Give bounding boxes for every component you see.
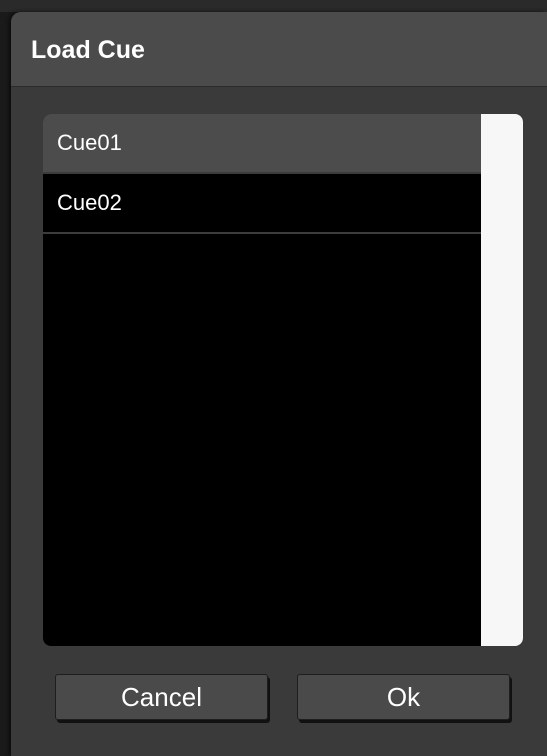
- cancel-button[interactable]: Cancel: [55, 674, 268, 720]
- list-scrollbar[interactable]: [481, 114, 523, 646]
- cue-list-item[interactable]: Cue02: [43, 174, 481, 234]
- load-cue-dialog: Load Cue Cue01 Cue02 Cancel Ok: [11, 12, 547, 756]
- dialog-title: Load Cue: [31, 36, 145, 64]
- cue-list-item-label: Cue01: [57, 130, 122, 155]
- backdrop-top-strip: [0, 0, 547, 12]
- cue-list-item-label: Cue02: [57, 190, 122, 215]
- cue-list: Cue01 Cue02: [43, 114, 481, 646]
- ok-button[interactable]: Ok: [297, 674, 510, 720]
- cue-list-item[interactable]: Cue01: [43, 114, 481, 174]
- cue-list-frame: Cue01 Cue02: [43, 114, 523, 646]
- dialog-titlebar: Load Cue: [11, 12, 547, 87]
